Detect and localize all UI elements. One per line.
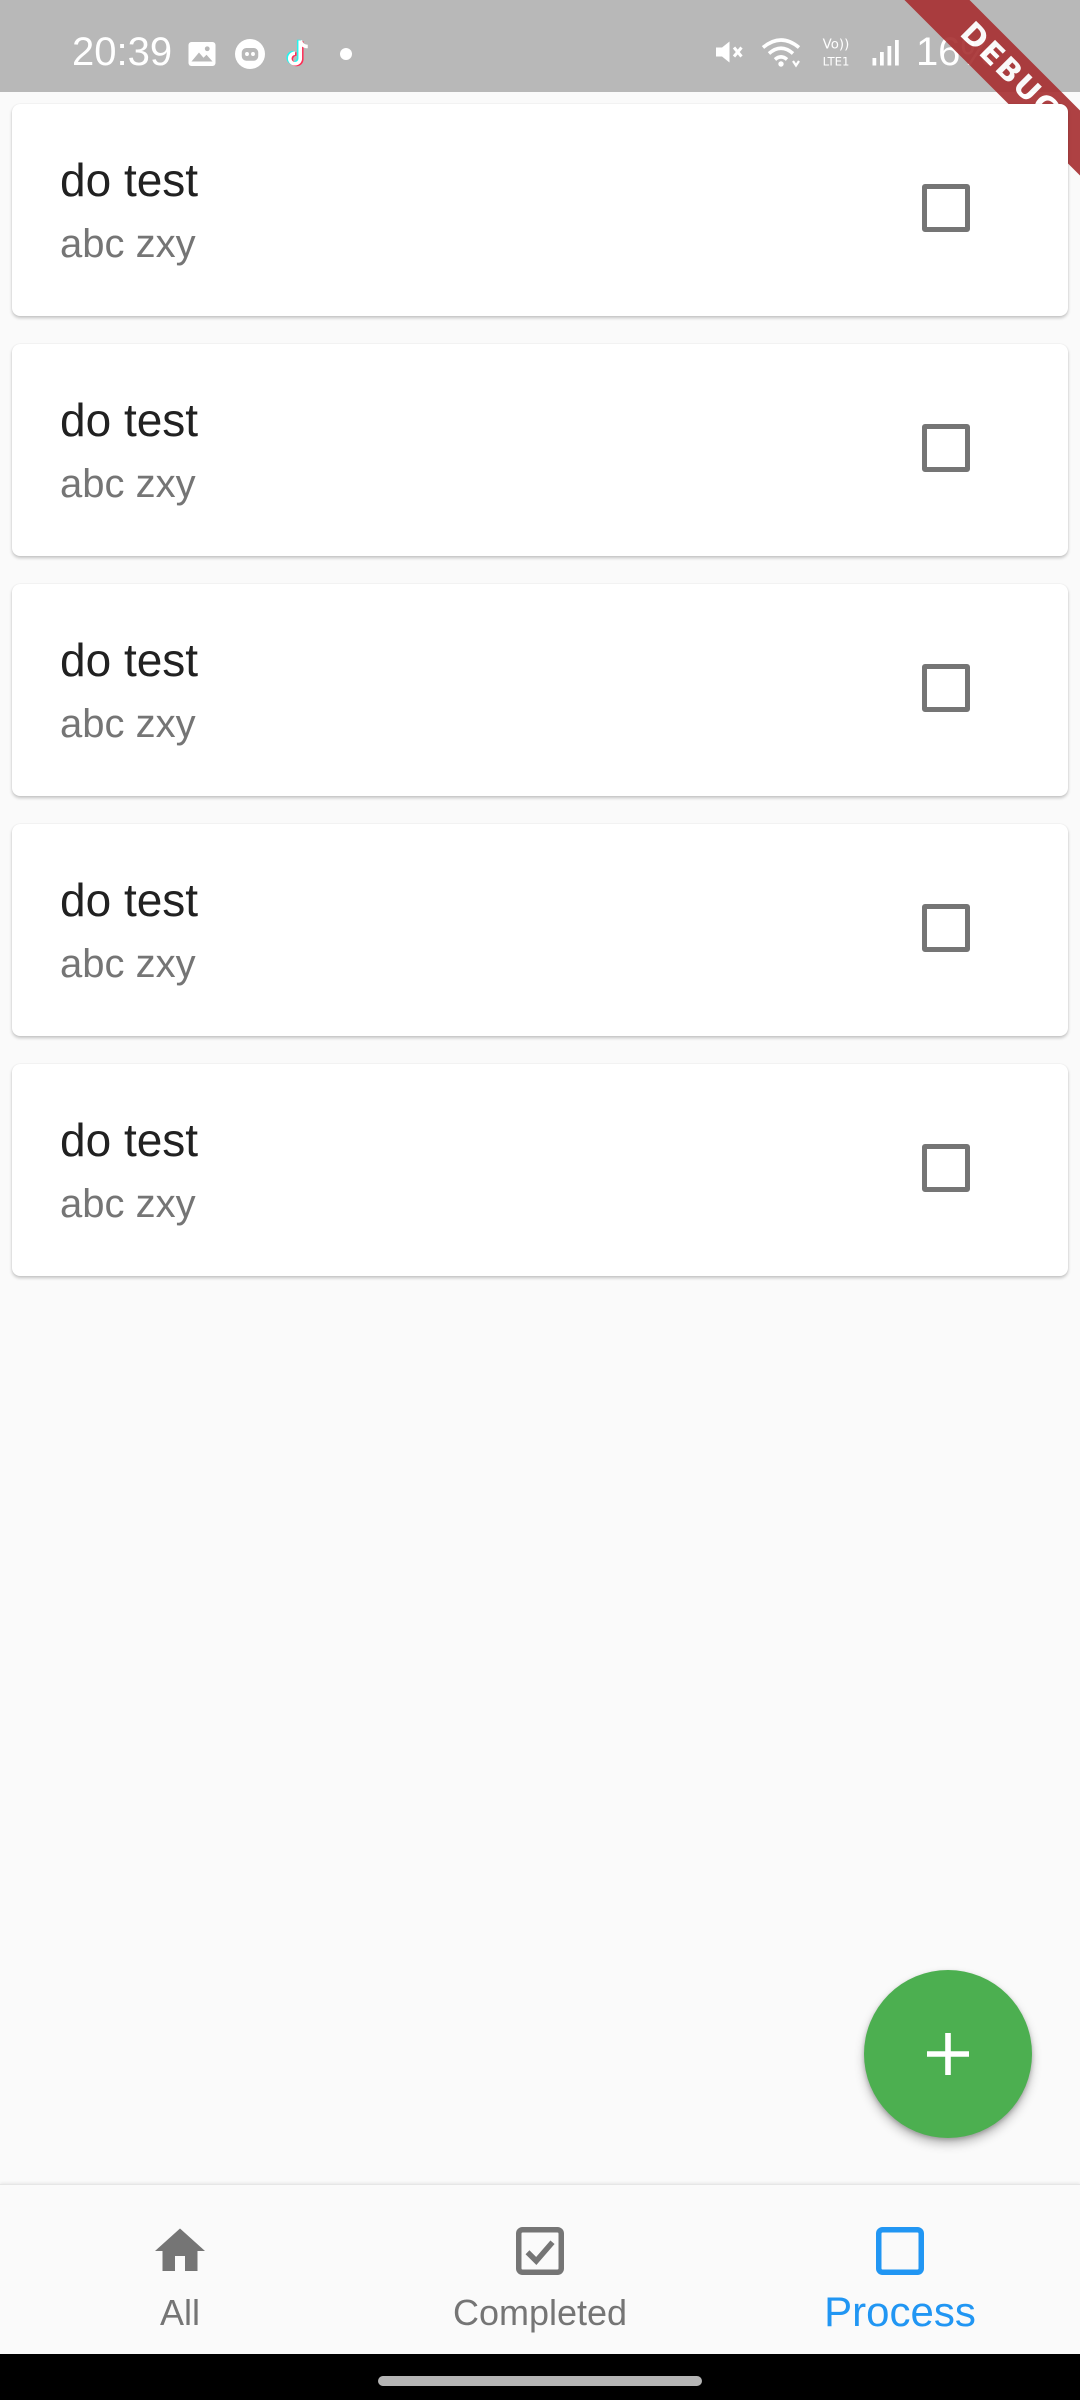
home-icon: [155, 2228, 205, 2271]
dot-icon: [340, 48, 352, 60]
task-subtitle: abc zxy: [60, 222, 196, 266]
status-time: 20:39: [72, 30, 173, 74]
task-title: do test: [60, 154, 199, 206]
task-checkbox[interactable]: [922, 184, 970, 232]
robot-icon: [235, 39, 265, 69]
wifi-icon: [761, 38, 801, 68]
task-card[interactable]: do test abc zxy: [12, 104, 1068, 316]
check-box-icon: [516, 2227, 564, 2275]
task-list: do test abc zxy do test abc zxy do test …: [12, 104, 1068, 1304]
status-bar: 20:39 Vo)) LTE1 16%: [0, 0, 1080, 92]
nav-label-all: All: [159, 2292, 200, 2333]
task-title: do test: [60, 1114, 199, 1166]
status-notification-icons: [184, 36, 364, 72]
nav-item-all[interactable]: All: [0, 2185, 360, 2355]
task-checkbox[interactable]: [922, 664, 970, 712]
task-card[interactable]: do test abc zxy: [12, 584, 1068, 796]
svg-text:Vo)): Vo)): [823, 38, 850, 53]
signal-icon: [872, 40, 899, 66]
task-title: do test: [60, 394, 199, 446]
task-card[interactable]: do test abc zxy: [12, 1064, 1068, 1276]
gallery-icon: [188, 42, 216, 66]
add-task-button[interactable]: [864, 1970, 1032, 2138]
status-system-icons: Vo)) LTE1 16%: [710, 28, 996, 76]
task-subtitle: abc zxy: [60, 1182, 196, 1226]
task-card[interactable]: do test abc zxy: [12, 824, 1068, 1036]
system-navigation-bar: [0, 2354, 1080, 2400]
task-subtitle: abc zxy: [60, 942, 196, 986]
task-card[interactable]: do test abc zxy: [12, 344, 1068, 556]
home-indicator[interactable]: [378, 2376, 702, 2386]
svg-text:LTE1: LTE1: [823, 54, 850, 68]
volte-icon: Vo)) LTE1: [823, 38, 850, 69]
task-subtitle: abc zxy: [60, 702, 196, 746]
nav-label-completed: Completed: [452, 2292, 628, 2333]
task-title: do test: [60, 634, 199, 686]
mute-icon: [715, 41, 743, 63]
bottom-navigation: All Completed Process: [0, 2184, 1080, 2355]
nav-item-process[interactable]: Process: [720, 2185, 1080, 2355]
nav-label-process: Process: [824, 2288, 976, 2335]
nav-item-completed[interactable]: Completed: [360, 2185, 720, 2355]
task-checkbox[interactable]: [922, 1144, 970, 1192]
task-checkbox[interactable]: [922, 904, 970, 952]
task-checkbox[interactable]: [922, 424, 970, 472]
plus-icon: [927, 2033, 969, 2075]
tiktok-icon: [286, 39, 308, 67]
battery-percentage: 16%: [915, 30, 996, 74]
task-title: do test: [60, 874, 199, 926]
check-box-outline-blank-icon: [876, 2227, 924, 2275]
task-subtitle: abc zxy: [60, 462, 196, 506]
